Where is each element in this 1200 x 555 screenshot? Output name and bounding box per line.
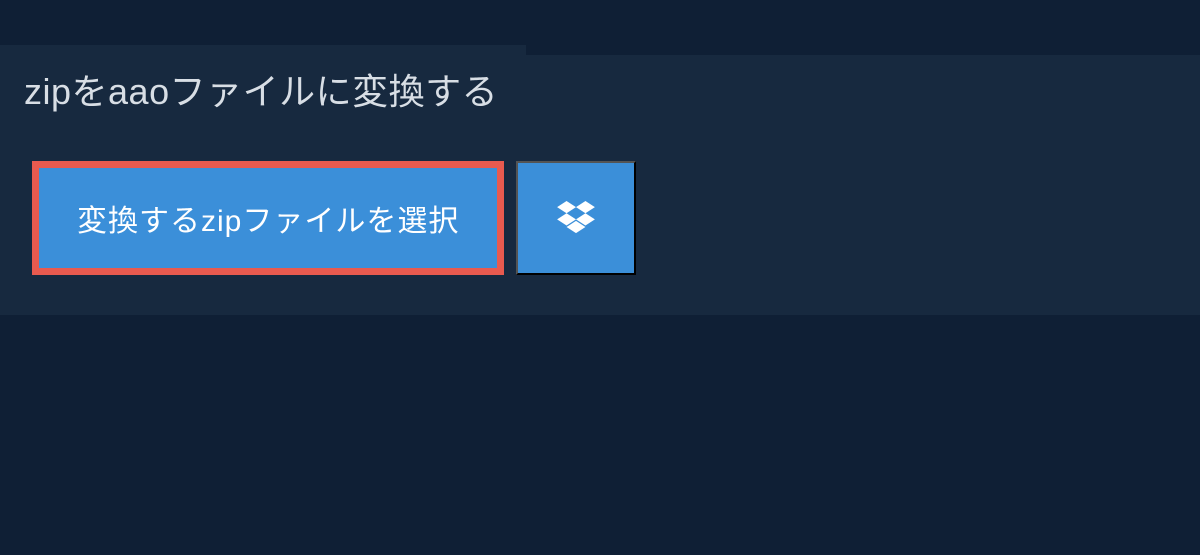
dropbox-icon: [557, 201, 595, 235]
heading-container: zipをaaoファイルに変換する: [0, 45, 526, 133]
select-file-button[interactable]: 変換するzipファイルを選択: [32, 161, 504, 275]
dropbox-button[interactable]: [516, 161, 636, 275]
page-title: zipをaaoファイルに変換する: [24, 63, 498, 115]
converter-panel: zipをaaoファイルに変換する 変換するzipファイルを選択: [0, 55, 1200, 315]
button-row: 変換するzipファイルを選択: [32, 161, 1200, 275]
